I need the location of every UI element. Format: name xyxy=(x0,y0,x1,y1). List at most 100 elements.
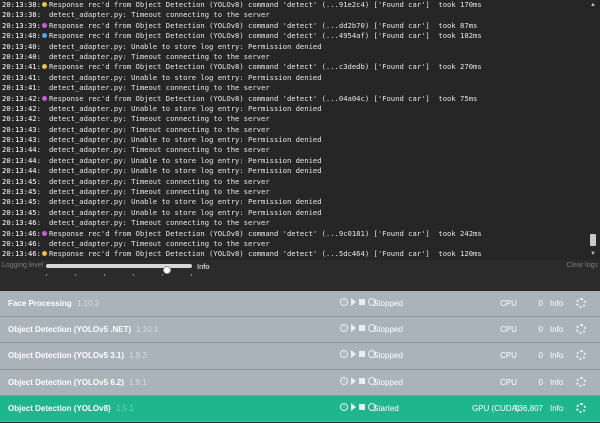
gear-icon[interactable] xyxy=(576,324,586,335)
log-line: 20:13:40: detect_adapter.py: Timeout conn… xyxy=(0,52,600,62)
module-info-link[interactable]: Info xyxy=(550,404,563,413)
stop-icon[interactable] xyxy=(359,351,365,358)
log-timestamp: 20:13:46: xyxy=(2,238,41,248)
module-name: Object Detection (YOLOv5 6.2) xyxy=(8,377,125,387)
log-line: 20:13:41: detect_adapter.py: Timeout conn… xyxy=(0,83,600,93)
module-info-link[interactable]: Info xyxy=(550,299,563,308)
log-line: 20:13:42: Response rec'd from Object Dete… xyxy=(0,94,600,104)
module-version: 1.5.1 xyxy=(116,403,134,413)
log-message: detect_adapter.py: Timeout connecting to… xyxy=(48,51,270,61)
play-icon[interactable] xyxy=(351,298,356,306)
module-memory: 0 xyxy=(538,377,543,387)
log-timestamp: 20:13:41: xyxy=(2,72,41,82)
log-timestamp: 20:13:39: xyxy=(2,20,41,30)
log-line: 20:13:40: detect_adapter.py: Unable to st… xyxy=(0,42,600,52)
log-message: Response rec'd from Object Detection (YO… xyxy=(48,31,482,41)
log-message: Response rec'd from Object Detection (YO… xyxy=(48,249,482,259)
logging-level-slider-handle[interactable] xyxy=(163,266,172,274)
module-info-link[interactable]: Info xyxy=(550,378,563,387)
scroll-down-icon[interactable]: ▼ xyxy=(589,251,597,258)
log-message: detect_adapter.py: Unable to store log e… xyxy=(48,155,322,165)
log-line: 20:13:44: detect_adapter.py: Unable to st… xyxy=(0,156,600,166)
log-line: 20:13:46: Response rec'd from Object Dete… xyxy=(0,249,600,259)
log-line: 20:13:40: Response rec'd from Object Dete… xyxy=(0,31,600,41)
module-memory: 0 xyxy=(538,299,543,308)
stop-icon[interactable] xyxy=(359,325,365,332)
log-line: 20:13:43: detect_adapter.py: Timeout conn… xyxy=(0,125,600,135)
log-line: 20:13:39: Response rec'd from Object Dete… xyxy=(0,21,600,31)
module-color-dot-icon xyxy=(41,64,47,70)
log-line: 20:13:38: detect_adapter.py: Timeout conn… xyxy=(0,10,600,20)
stop-icon[interactable] xyxy=(359,403,365,410)
log-timestamp: 20:13:38: xyxy=(2,10,41,20)
module-color-dot-icon xyxy=(41,230,47,236)
module-version: 1.10.2 xyxy=(77,299,100,308)
log-timestamp: 20:13:43: xyxy=(2,135,41,145)
log-line: 20:13:45: detect_adapter.py: Unable to st… xyxy=(0,197,600,207)
log-timestamp: 20:13:45: xyxy=(2,197,41,207)
log-line: 20:13:41: Response rec'd from Object Dete… xyxy=(0,62,600,72)
log-line: 20:13:46: Response rec'd from Object Dete… xyxy=(0,229,600,239)
play-icon[interactable] xyxy=(351,350,356,359)
module-color-dot-icon xyxy=(41,251,47,257)
module-version: 1.10.1 xyxy=(136,325,159,335)
log-message: detect_adapter.py: Unable to store log e… xyxy=(48,72,322,82)
module-info-link[interactable]: Info xyxy=(550,325,563,334)
module-color-dot-icon xyxy=(41,95,47,101)
module-row: Object Detection (YOLOv5 3.1) 1.9.3 i Stopp… xyxy=(0,343,600,370)
module-color-dot-icon xyxy=(41,33,47,39)
stop-icon[interactable] xyxy=(359,299,365,305)
log-line: 20:13:42: detect_adapter.py: Unable to st… xyxy=(0,104,600,114)
module-version: 1.9.1 xyxy=(129,377,147,387)
log-timestamp: 20:13:41: xyxy=(2,83,41,93)
log-timestamp: 20:13:41: xyxy=(2,62,41,72)
gear-icon[interactable] xyxy=(576,376,586,387)
log-line: 20:13:45: detect_adapter.py: Timeout conn… xyxy=(0,177,600,187)
log-message: Response rec'd from Object Detection (YO… xyxy=(48,93,478,103)
info-icon[interactable]: i xyxy=(340,298,348,306)
module-memory: 0 xyxy=(538,325,543,335)
gear-icon[interactable] xyxy=(576,402,586,413)
stop-icon[interactable] xyxy=(359,377,365,384)
gear-icon[interactable] xyxy=(576,298,586,308)
module-controls: i xyxy=(340,402,376,413)
log-message: detect_adapter.py: Unable to store log e… xyxy=(48,166,322,176)
log-panel[interactable]: 20:13:38: Response rec'd from Object Dete… xyxy=(0,0,600,260)
scroll-up-icon[interactable]: ▲ xyxy=(589,2,597,9)
module-controls: i xyxy=(340,376,376,387)
log-timestamp: 20:13:46: xyxy=(2,249,41,259)
module-version: 1.9.3 xyxy=(129,351,147,361)
info-icon[interactable]: i xyxy=(340,350,348,359)
scroll-track[interactable] xyxy=(591,11,595,249)
log-line: 20:13:46: detect_adapter.py: Timeout conn… xyxy=(0,239,600,249)
info-icon[interactable]: i xyxy=(340,324,348,333)
log-scrollbar[interactable]: ▲ ▼ xyxy=(589,2,597,258)
play-icon[interactable] xyxy=(351,324,356,333)
module-memory: 136,807 xyxy=(514,403,543,413)
log-timestamp: 20:13:45: xyxy=(2,176,41,186)
log-line: 20:13:41: detect_adapter.py: Unable to st… xyxy=(0,73,600,83)
info-icon[interactable]: i xyxy=(340,402,348,411)
log-message: detect_adapter.py: Unable to store log e… xyxy=(48,41,322,51)
logging-level-slider[interactable] xyxy=(46,264,192,276)
info-icon[interactable]: i xyxy=(340,376,348,385)
gear-icon[interactable] xyxy=(576,350,586,361)
module-row: Object Detection (YOLOv8) 1.5.1 i Started GP… xyxy=(0,395,600,422)
module-name: Object Detection (YOLOv5 .NET) xyxy=(8,325,132,335)
play-icon[interactable] xyxy=(351,376,356,385)
log-message: Response rec'd from Object Detection (YO… xyxy=(48,228,482,238)
log-timestamp: 20:13:40: xyxy=(2,51,41,61)
clear-logs-button[interactable]: Clear logs xyxy=(566,262,598,269)
log-message: detect_adapter.py: Timeout connecting to… xyxy=(48,83,270,93)
module-processor: CPU xyxy=(500,351,517,361)
module-row: Object Detection (YOLOv5 6.2) 1.9.1 i Stopp… xyxy=(0,369,600,396)
log-timestamp: 20:13:46: xyxy=(2,228,41,238)
play-icon[interactable] xyxy=(351,402,356,411)
log-message: detect_adapter.py: Unable to store log e… xyxy=(48,135,322,145)
log-controls: Logging level Info Clear logs xyxy=(0,260,600,276)
log-timestamp: 20:13:45: xyxy=(2,187,41,197)
module-status: Stopped xyxy=(373,325,403,335)
module-controls: i xyxy=(340,324,376,334)
module-info-link[interactable]: Info xyxy=(550,351,563,360)
scroll-thumb[interactable] xyxy=(590,234,596,246)
